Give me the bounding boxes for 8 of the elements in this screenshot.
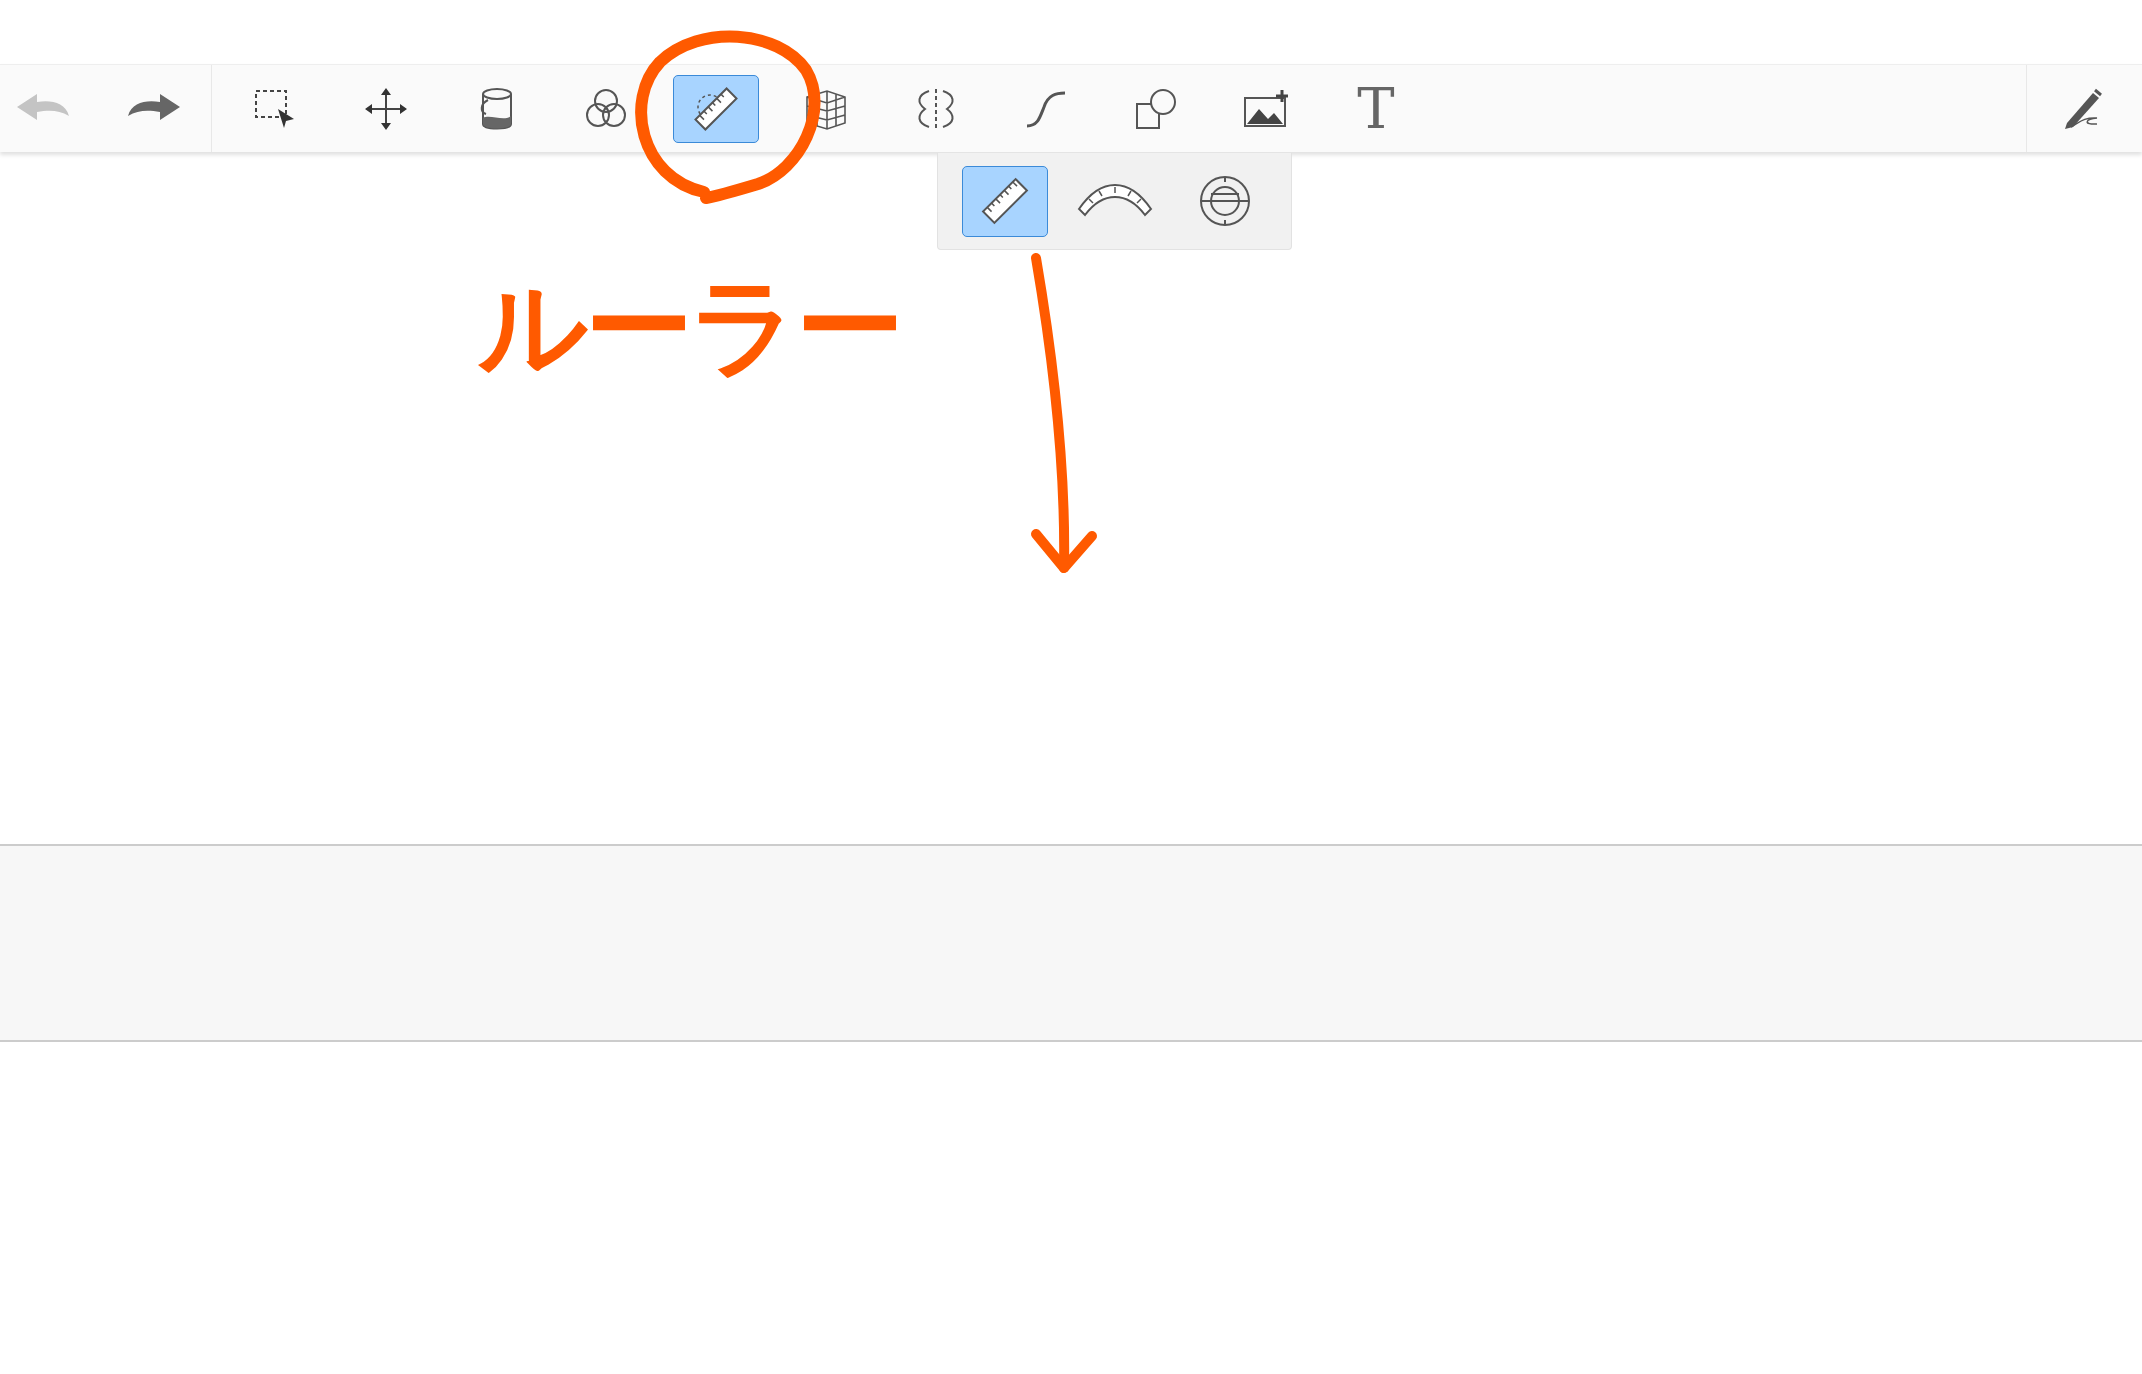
move-icon (364, 86, 408, 131)
straight-ruler-button[interactable] (962, 165, 1048, 237)
text-tool-button[interactable]: T (1333, 74, 1419, 143)
annotation-label: ルーラー (478, 263, 900, 391)
add-image-icon (1242, 88, 1290, 129)
ruler-tool-button[interactable] (673, 74, 759, 143)
shapes-icon (1134, 86, 1178, 131)
protractor-icon (1198, 174, 1252, 228)
